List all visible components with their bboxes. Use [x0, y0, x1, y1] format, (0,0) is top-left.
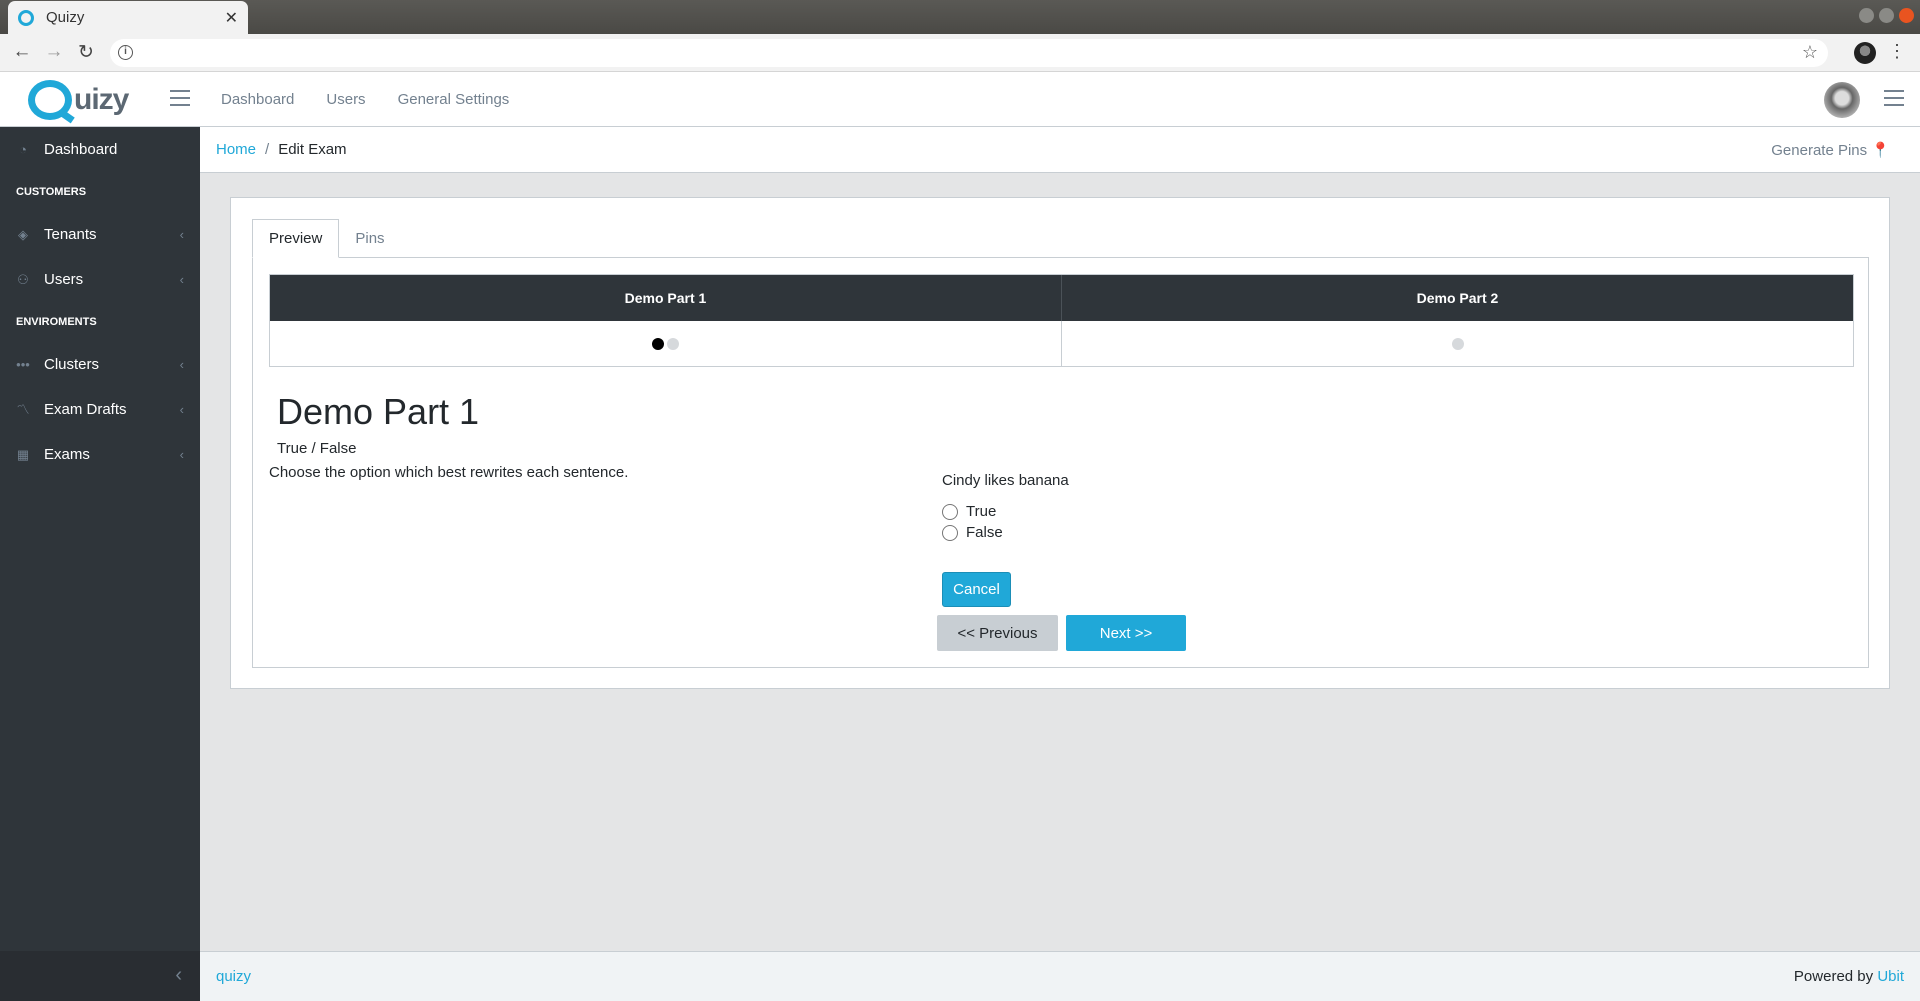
part-instruction: Choose the option which best rewrites ea… — [269, 464, 629, 481]
sidebar-item-clusters[interactable]: ••• Clusters ‹ — [0, 342, 200, 387]
sidebar-section-customers: CUSTOMERS — [16, 186, 87, 198]
part-type: True / False — [277, 440, 357, 457]
window-controls — [1859, 8, 1914, 23]
sidebar-item-label: Exam Drafts — [44, 401, 127, 418]
quizy-logo[interactable]: uizy — [28, 78, 129, 122]
forward-arrow-icon[interactable]: → — [42, 41, 66, 63]
option-true[interactable]: True — [942, 503, 996, 520]
browser-tab[interactable]: Quizy ✕ — [8, 1, 248, 34]
part2-question-dots — [1062, 321, 1853, 366]
sidebar-item-label: Dashboard — [44, 141, 118, 158]
question-dot-current[interactable] — [652, 337, 664, 350]
cancel-button[interactable]: Cancel — [942, 572, 1011, 607]
tab-preview[interactable]: Preview — [252, 219, 340, 258]
browser-titlebar: Quizy ✕ — [0, 0, 1920, 34]
radio-false[interactable] — [942, 524, 958, 541]
powered-by-text: Powered by — [1793, 968, 1874, 985]
options-dots-icon: ••• — [16, 356, 30, 372]
chevron-left-icon: ‹ — [179, 447, 184, 462]
generate-pins-label: Generate Pins — [1771, 142, 1868, 159]
part-header-2[interactable]: Demo Part 2 — [1062, 275, 1853, 321]
breadcrumb-home[interactable]: Home — [216, 141, 256, 158]
top-nav-dashboard[interactable]: Dashboard — [221, 91, 294, 108]
sidebar-item-exams[interactable]: ▦ Exams ‹ — [0, 432, 200, 477]
top-nav: Dashboard Users General Settings — [221, 91, 509, 108]
sidebar-item-users[interactable]: ⚇ Users ‹ — [0, 257, 200, 302]
option-label: False — [966, 524, 1003, 541]
bookmark-star-icon[interactable]: ☆ — [1802, 42, 1818, 63]
breadcrumb-separator: / — [265, 141, 270, 158]
logo-q-icon — [28, 80, 72, 120]
question-dot[interactable] — [667, 337, 679, 350]
browser-menu-icon[interactable]: ⋮ — [1888, 41, 1906, 62]
sidebar-item-label: Users — [44, 271, 84, 288]
breadcrumb: Home / Edit Exam Generate Pins 📍 — [200, 127, 1920, 173]
sidebar-item-dashboard[interactable]: ◔ Dashboard — [0, 127, 200, 172]
sidebar-item-label: Exams — [44, 446, 90, 463]
chevron-left-icon: ‹ — [175, 964, 182, 986]
parts-header-row: Demo Part 1 Demo Part 2 — [270, 275, 1853, 321]
chevron-left-icon: ‹ — [179, 402, 184, 417]
browser-toolbar: ← → ↻ i ☆ ⋮ — [0, 34, 1920, 72]
user-icon: ⚇ — [17, 271, 29, 287]
generate-pins-button[interactable]: Generate Pins 📍 — [1771, 141, 1890, 159]
minimize-window-icon[interactable] — [1859, 8, 1874, 23]
layers-icon: ◈ — [18, 226, 28, 242]
site-info-icon[interactable]: i — [118, 45, 133, 60]
back-arrow-icon[interactable]: ← — [10, 41, 34, 63]
footer-ubit-link[interactable]: Ubit — [1877, 968, 1904, 985]
part-header-1[interactable]: Demo Part 1 — [270, 275, 1062, 321]
address-bar[interactable]: i ☆ — [110, 39, 1828, 67]
part1-question-dots — [270, 321, 1062, 366]
parts-table: Demo Part 1 Demo Part 2 — [269, 274, 1854, 367]
chevron-left-icon: ‹ — [179, 272, 184, 287]
graph-icon: 〽 — [16, 401, 30, 417]
close-tab-icon[interactable]: ✕ — [225, 8, 238, 28]
previous-button[interactable]: << Previous — [937, 615, 1058, 651]
close-window-icon[interactable] — [1899, 8, 1914, 23]
quizy-favicon-icon — [18, 9, 34, 26]
aside-menu-toggle-icon[interactable] — [1884, 90, 1904, 106]
logo-text: uizy — [74, 83, 129, 116]
sidebar-item-label: Tenants — [44, 226, 97, 243]
top-nav-users[interactable]: Users — [326, 91, 365, 108]
part-title: Demo Part 1 — [277, 391, 480, 432]
chevron-left-icon: ‹ — [179, 357, 184, 372]
next-button[interactable]: Next >> — [1066, 615, 1186, 651]
tab-pins[interactable]: Pins — [339, 219, 400, 258]
option-label: True — [966, 503, 997, 520]
footer-powered-by: Powered by Ubit — [1794, 968, 1904, 985]
user-avatar[interactable] — [1824, 82, 1860, 118]
option-false[interactable]: False — [942, 524, 1003, 541]
speedometer-icon: ◔ — [19, 141, 27, 157]
browser-profile-icon[interactable] — [1854, 42, 1876, 64]
exam-card: Preview Pins Demo Part 1 Demo Part 2 Dem… — [230, 197, 1890, 689]
browser-tab-title: Quizy — [46, 9, 85, 26]
exam-tabs: Preview Pins — [252, 219, 401, 258]
sidebar-item-label: Clusters — [44, 356, 100, 373]
sidebar-minimizer[interactable]: ‹ — [0, 951, 200, 1001]
breadcrumb-current: Edit Exam — [278, 141, 347, 158]
parts-progress-row — [270, 321, 1853, 366]
app-header: uizy Dashboard Users General Settings — [0, 72, 1920, 127]
sidebar: ◔ Dashboard CUSTOMERS ◈ Tenants ‹ ⚇ User… — [0, 127, 200, 1001]
top-nav-general-settings[interactable]: General Settings — [398, 91, 510, 108]
reload-icon[interactable]: ↻ — [74, 41, 98, 64]
maximize-window-icon[interactable] — [1879, 8, 1894, 23]
footer-quizy-link[interactable]: quizy — [216, 968, 251, 985]
pin-icon: 📍 — [1871, 142, 1890, 159]
question-text: Cindy likes banana — [942, 472, 1069, 489]
radio-true[interactable] — [942, 503, 958, 520]
sidebar-toggle-icon[interactable] — [170, 90, 190, 106]
sidebar-section-environments: ENVIROMENTS — [16, 316, 97, 328]
question-dot[interactable] — [1451, 337, 1464, 350]
chevron-left-icon: ‹ — [179, 227, 184, 242]
app-footer: quizy Powered by Ubit — [200, 951, 1920, 1001]
sidebar-item-exam-drafts[interactable]: 〽 Exam Drafts ‹ — [0, 387, 200, 432]
tab-content-preview: Demo Part 1 Demo Part 2 Demo Part 1 True… — [252, 257, 1869, 668]
calculator-icon: ▦ — [16, 446, 30, 462]
sidebar-item-tenants[interactable]: ◈ Tenants ‹ — [0, 212, 200, 257]
